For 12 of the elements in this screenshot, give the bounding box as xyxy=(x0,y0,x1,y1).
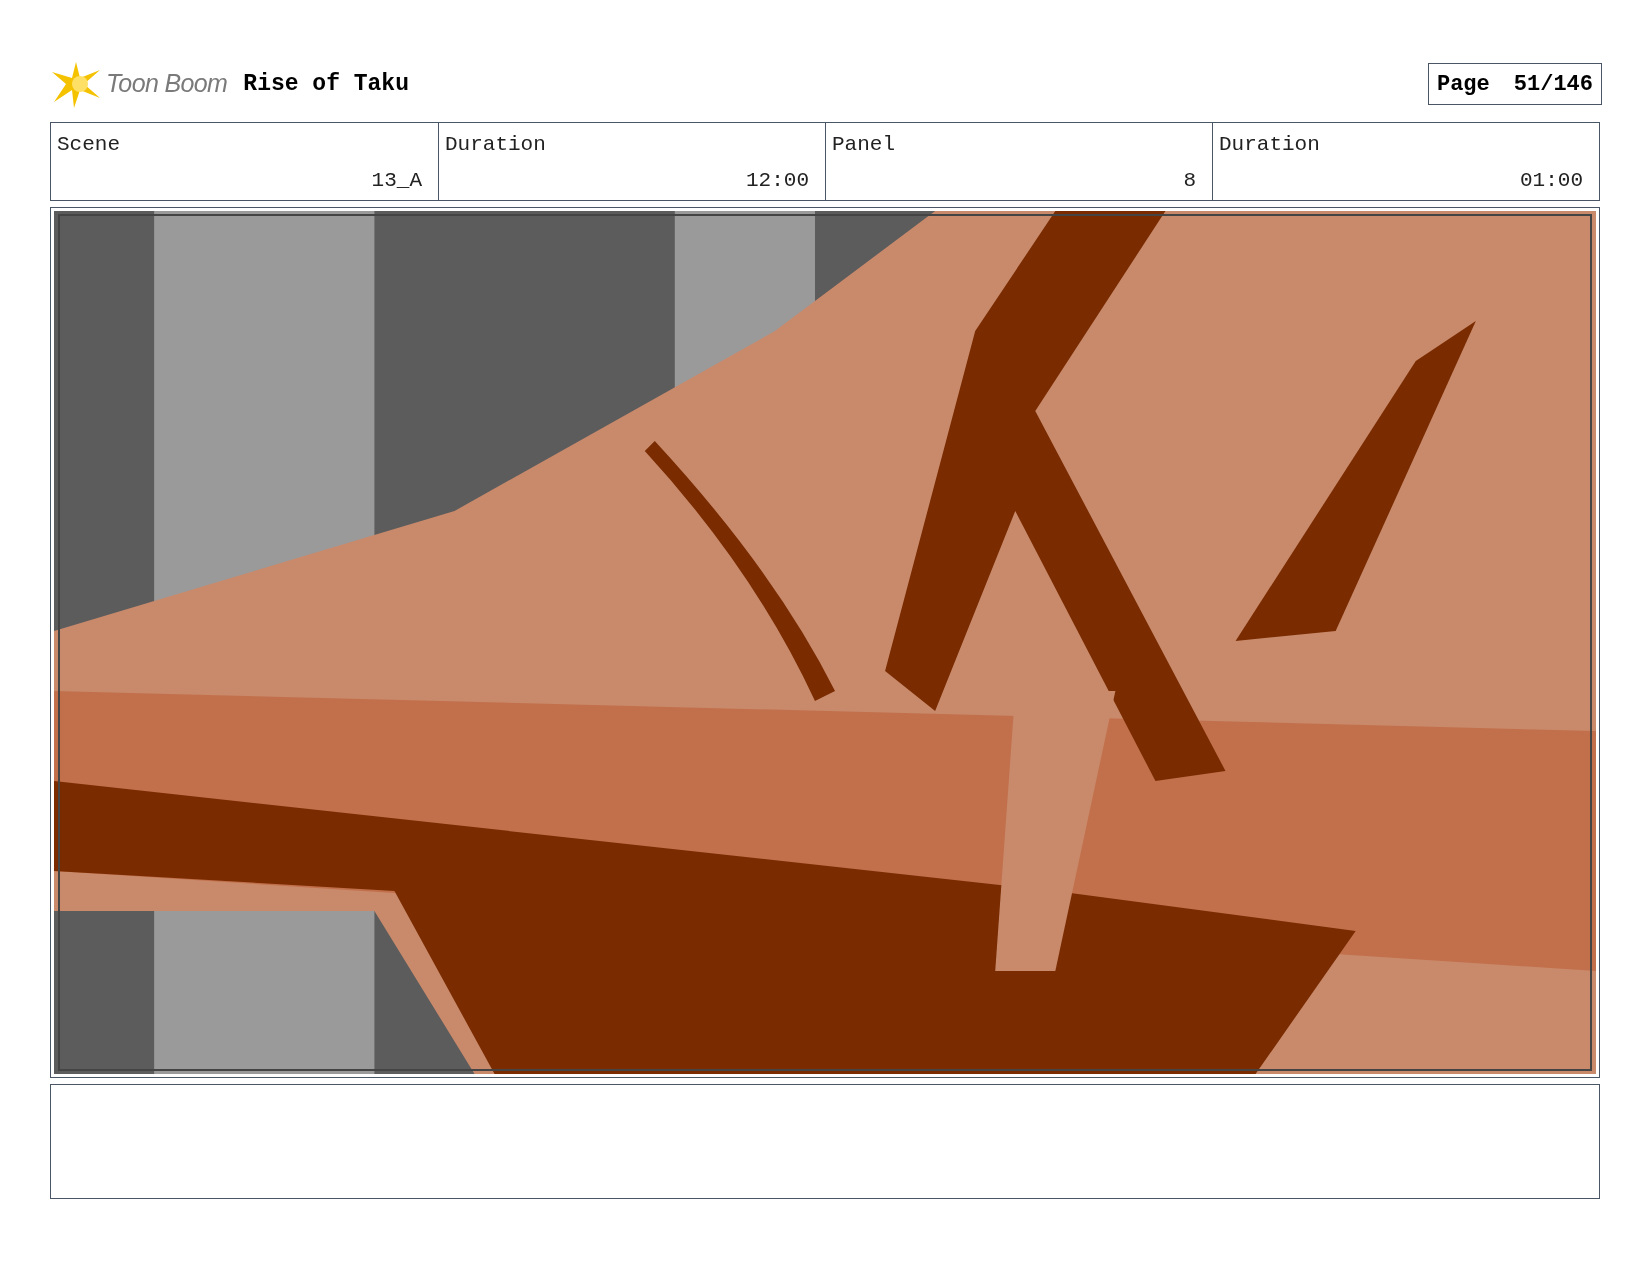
field-label: Scene xyxy=(57,132,120,158)
logo-text: Toon Boom xyxy=(106,68,228,100)
project-title: Rise of Taku xyxy=(243,69,409,99)
field-value: 13_A xyxy=(371,167,422,194)
field-label: Duration xyxy=(445,132,546,158)
field-label: Duration xyxy=(1219,132,1320,158)
field-value: 8 xyxy=(1183,167,1196,194)
page-number: 51/146 xyxy=(1513,70,1593,99)
page-label: Page xyxy=(1436,70,1490,99)
field-value: 12:00 xyxy=(746,167,809,194)
field-label: Panel xyxy=(832,132,895,158)
field-value: 01:00 xyxy=(1520,167,1583,194)
